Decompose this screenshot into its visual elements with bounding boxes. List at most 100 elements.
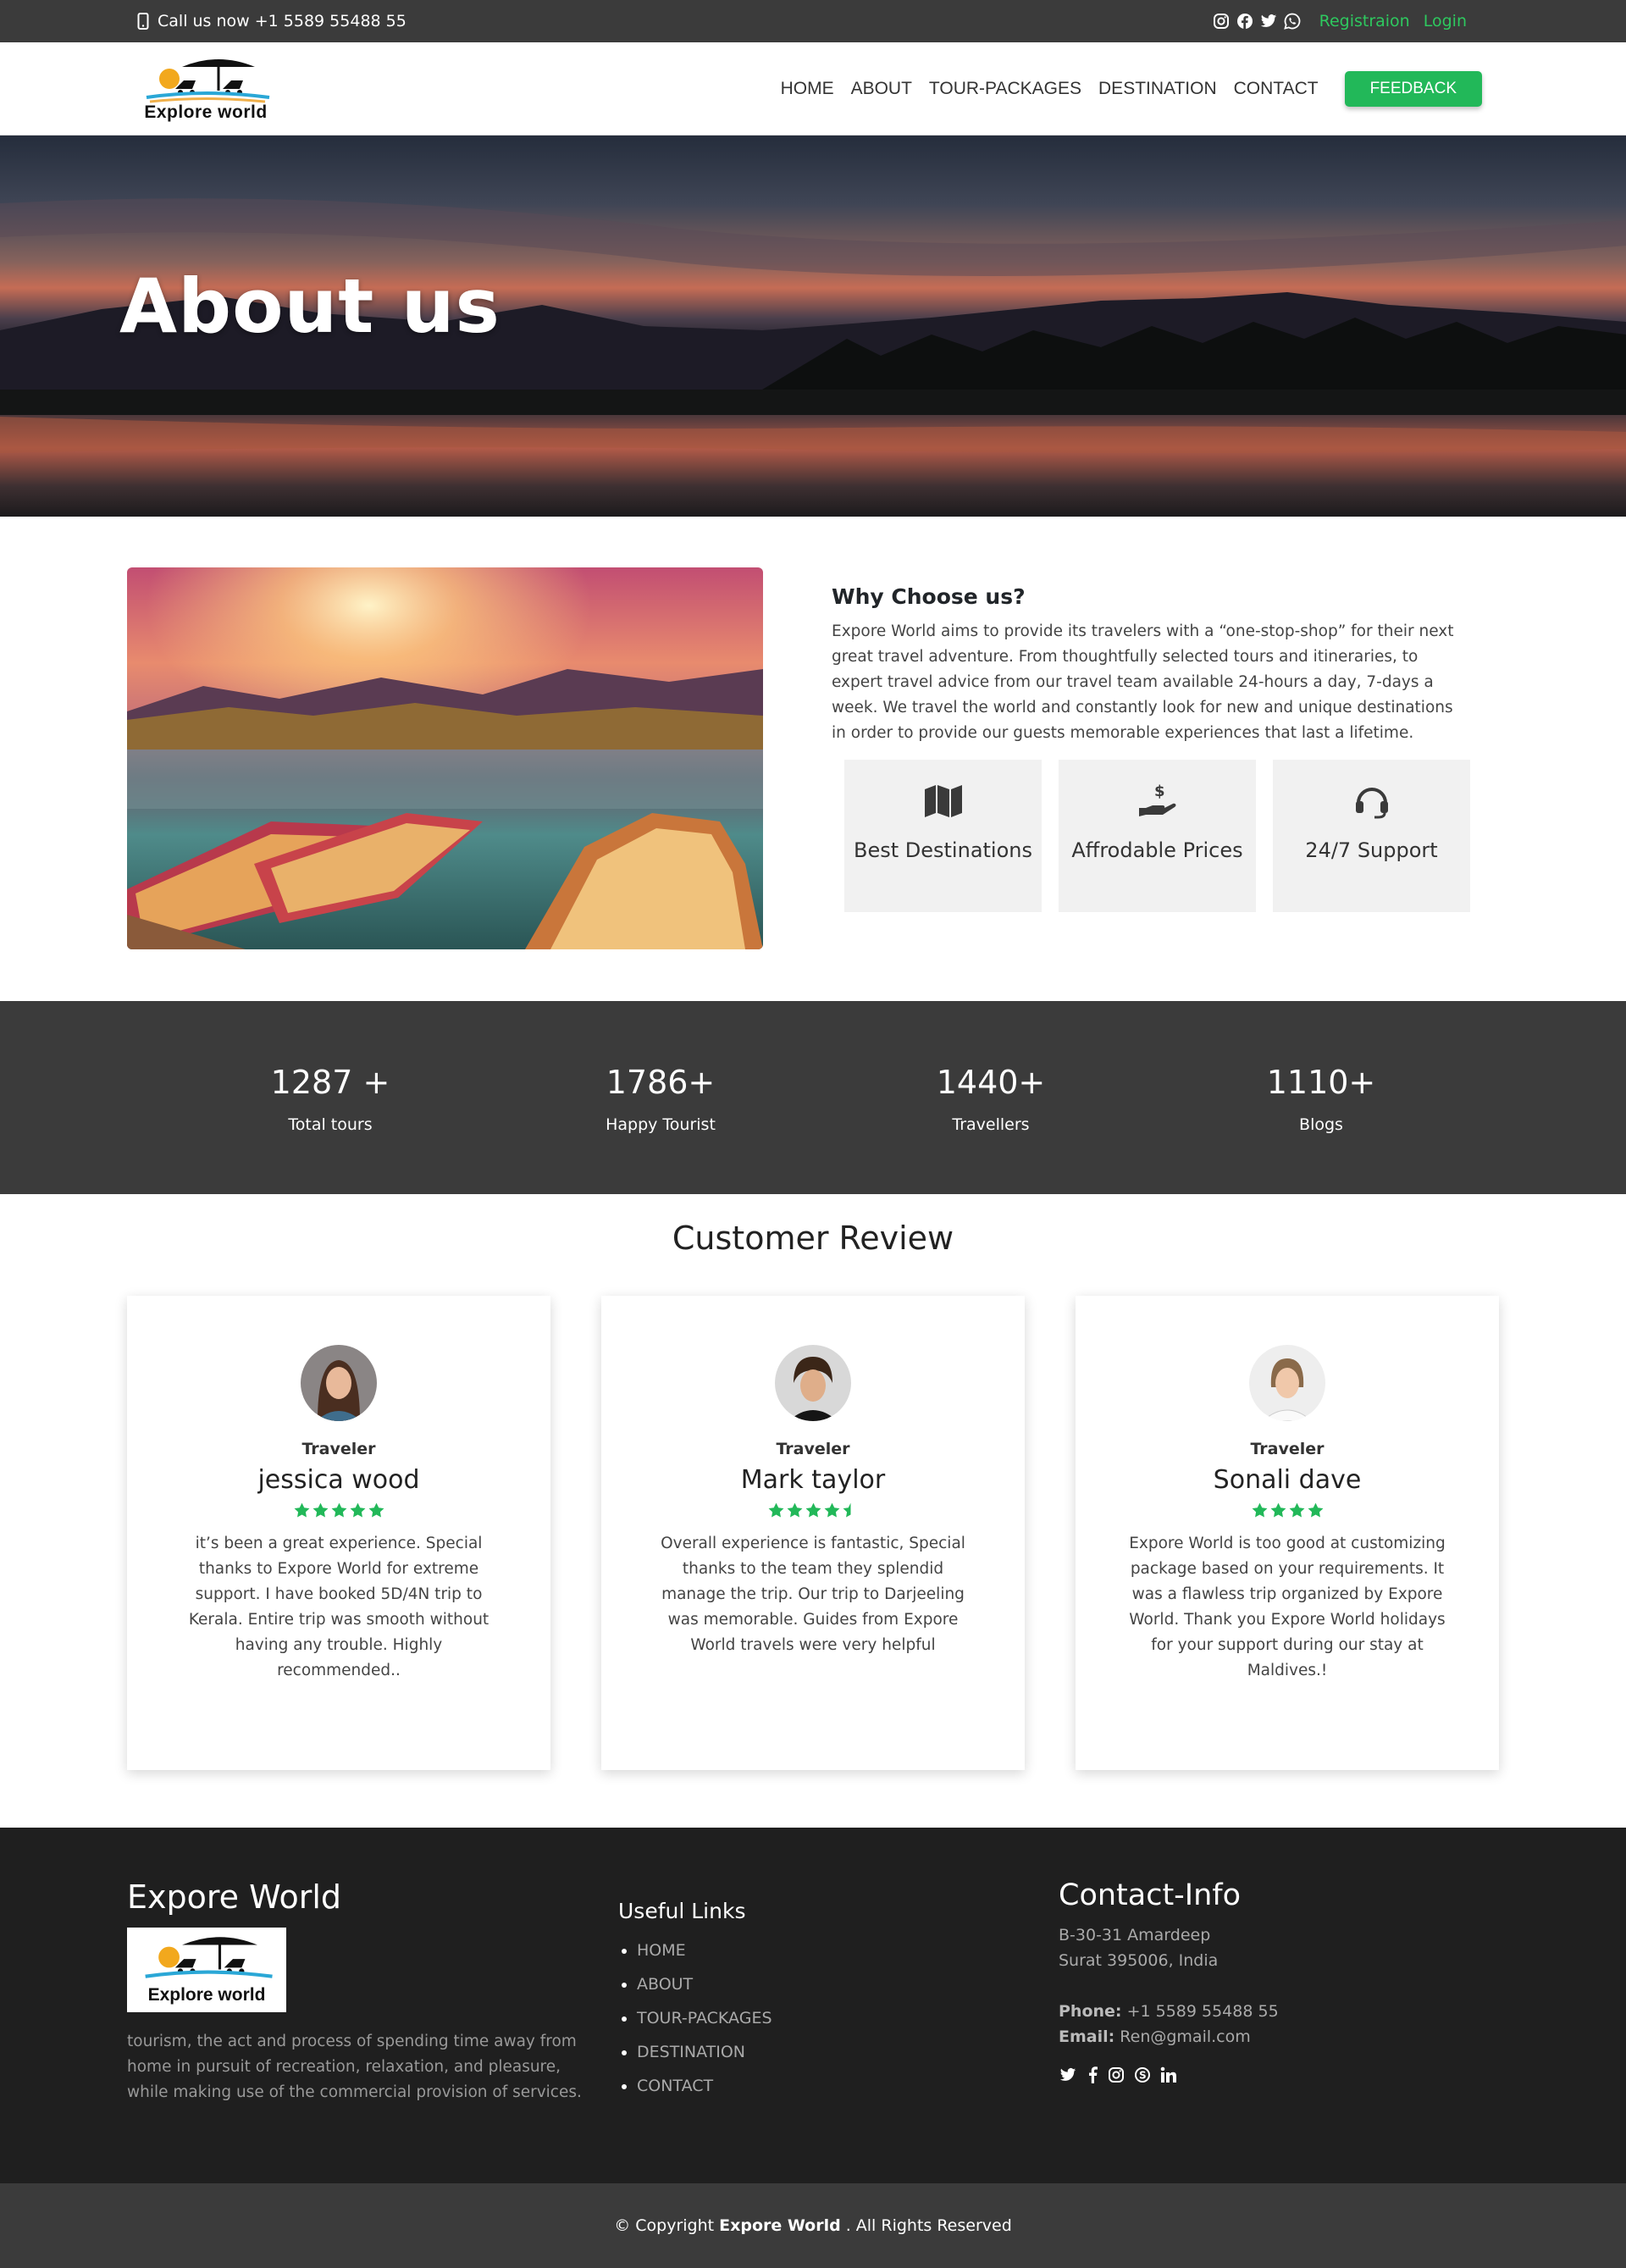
why-choose-section: Why Choose us? Expore World aims to prov… [0, 517, 1626, 1001]
star-rating [1076, 1502, 1499, 1519]
copyright-brand: Expore World [719, 2216, 841, 2235]
footer-brand: Expore World [127, 1878, 342, 1916]
footer-link-about[interactable]: ABOUT [637, 1967, 1059, 2001]
nav-item-destination[interactable]: DESTINATION [1098, 79, 1217, 99]
review-heading: Customer Review [672, 1220, 954, 1257]
nav-item-tour-packages[interactable]: TOUR-PACKAGES [929, 79, 1081, 99]
logo-text: Explore world [144, 102, 268, 122]
avatar [775, 1345, 851, 1421]
address-line-2: Surat 395006, India [1059, 1951, 1219, 1970]
star-icon [1308, 1502, 1323, 1518]
facebook-icon[interactable] [1236, 13, 1253, 30]
useful-links-list: HOME ABOUT TOUR-PACKAGES DESTINATION CON… [618, 1933, 1059, 2103]
star-icon [768, 1502, 783, 1518]
address: B-30-31 Amardeep Surat 395006, India Pho… [1059, 1922, 1279, 2049]
footer-logo[interactable]: Explore world [127, 1928, 286, 2012]
login-link[interactable]: Login [1424, 12, 1467, 30]
email-line: Email: Ren@gmail.com [1059, 2024, 1279, 2049]
instagram-icon[interactable] [1213, 13, 1230, 30]
top-bar: Call us now +1 5589 55488 55 Registraion… [0, 0, 1626, 42]
review-text: Overall experience is fantastic, Special… [661, 1535, 965, 1654]
reviewer-name: jessica wood [257, 1465, 420, 1495]
stat-number: 1110+ [1266, 1064, 1376, 1101]
footer-description: tourism, the act and process of spending… [127, 2033, 582, 2101]
twitter-icon[interactable] [1260, 13, 1277, 30]
review-card: Traveler jessica wood it’s been a great … [127, 1296, 550, 1770]
feature-support: 24/7 Support [1273, 760, 1470, 912]
footer-link-home[interactable]: HOME [637, 1933, 1059, 1967]
why-heading: Why Choose us? [832, 584, 1026, 609]
facebook-icon[interactable] [1087, 2066, 1098, 2083]
stat-number: 1786+ [606, 1064, 716, 1101]
map-icon [924, 785, 962, 817]
address-line-1: B-30-31 Amardeep [1059, 1926, 1211, 1944]
footer-link-contact[interactable]: CONTACT [637, 2069, 1059, 2103]
star-icon [1270, 1502, 1286, 1518]
footer-link-tour-packages[interactable]: TOUR-PACKAGES [637, 2001, 1059, 2035]
useful-links-heading: Useful Links [618, 1899, 746, 1923]
nav-item-about[interactable]: ABOUT [851, 79, 912, 99]
star-rating [601, 1502, 1025, 1519]
why-paragraph: Expore World aims to provide its travele… [832, 622, 1454, 742]
stat-total-tours: 1287 + Total tours [165, 1061, 495, 1134]
skype-icon[interactable]: S [1134, 2066, 1151, 2083]
stat-number: 1440+ [936, 1064, 1046, 1101]
register-link[interactable]: Registraion [1319, 12, 1410, 30]
nav-item-home[interactable]: HOME [781, 79, 834, 99]
copyright-prefix: © Copyright [614, 2216, 715, 2235]
stat-number: 1287 + [270, 1064, 390, 1101]
avatar [1249, 1345, 1325, 1421]
copyright-suffix: . All Rights Reserved [845, 2216, 1012, 2235]
phone-text: Call us now +1 5589 55488 55 [158, 12, 406, 30]
stat-travellers: 1440+ Travellers [826, 1061, 1156, 1134]
review-card: Traveler Mark taylor Overall experience … [601, 1296, 1025, 1770]
feature-best-destinations: Best Destinations [844, 760, 1042, 912]
avatar [301, 1345, 377, 1421]
footer-link-destination[interactable]: DESTINATION [637, 2035, 1059, 2069]
phone-label: Phone: [1059, 2002, 1122, 2021]
star-icon [787, 1502, 802, 1518]
hero-banner: About us [0, 136, 1626, 517]
feature-label: Best Destinations [854, 838, 1032, 862]
customer-review-section: Customer Review Traveler jessica wood it… [0, 1194, 1626, 1828]
twitter-icon[interactable] [1059, 2066, 1077, 2083]
star-half-icon [843, 1502, 850, 1518]
stat-label: Happy Tourist [606, 1115, 716, 1134]
lake-boats-illustration [127, 567, 763, 949]
phone-value: +1 5589 55488 55 [1126, 2002, 1279, 2021]
stat-blogs: 1110+ Blogs [1156, 1061, 1486, 1134]
footer-logo-text: Explore world [147, 1985, 266, 2005]
copyright-bar: © Copyright Expore World . All Rights Re… [0, 2183, 1626, 2268]
feature-label: Affrodable Prices [1071, 838, 1243, 862]
stat-label: Total tours [288, 1115, 373, 1134]
feature-affordable-prices: $ Affrodable Prices [1059, 760, 1256, 912]
footer-social-links: S [1059, 2066, 1279, 2083]
instagram-icon[interactable] [1108, 2066, 1125, 2083]
nav-menu: HOME ABOUT TOUR-PACKAGES DESTINATION CON… [781, 70, 1482, 107]
star-icon [805, 1502, 821, 1518]
review-card: Traveler Sonali dave Expore World is too… [1076, 1296, 1499, 1770]
star-icon [331, 1502, 346, 1518]
reviewer-name: Sonali dave [1213, 1465, 1362, 1495]
reviewer-role: Traveler [1250, 1440, 1325, 1458]
main-navbar: Explore world HOME ABOUT TOUR-PACKAGES D… [0, 42, 1626, 136]
email-value[interactable]: Ren@gmail.com [1120, 2027, 1250, 2046]
feedback-button[interactable]: FEEDBACK [1344, 70, 1482, 107]
star-icon [824, 1502, 839, 1518]
social-links [1213, 13, 1301, 30]
site-logo[interactable]: Explore world [136, 50, 276, 128]
phone-info: Call us now +1 5589 55488 55 [137, 12, 406, 30]
svg-text:$: $ [1154, 783, 1165, 800]
star-icon [350, 1502, 365, 1518]
stat-label: Travellers [952, 1115, 1030, 1134]
beach-umbrella-logo-graphic [145, 1937, 273, 1978]
reviewer-role: Traveler [301, 1440, 376, 1458]
nav-item-contact[interactable]: CONTACT [1234, 79, 1319, 99]
stat-happy-tourist: 1786+ Happy Tourist [495, 1061, 826, 1134]
whatsapp-icon[interactable] [1283, 13, 1301, 30]
contact-info-heading: Contact-Info [1059, 1878, 1242, 1912]
review-text: Expore World is too good at customizing … [1129, 1535, 1446, 1679]
reviewer-name: Mark taylor [740, 1465, 886, 1495]
linkedin-icon[interactable] [1160, 2066, 1177, 2083]
stat-label: Blogs [1299, 1115, 1343, 1134]
